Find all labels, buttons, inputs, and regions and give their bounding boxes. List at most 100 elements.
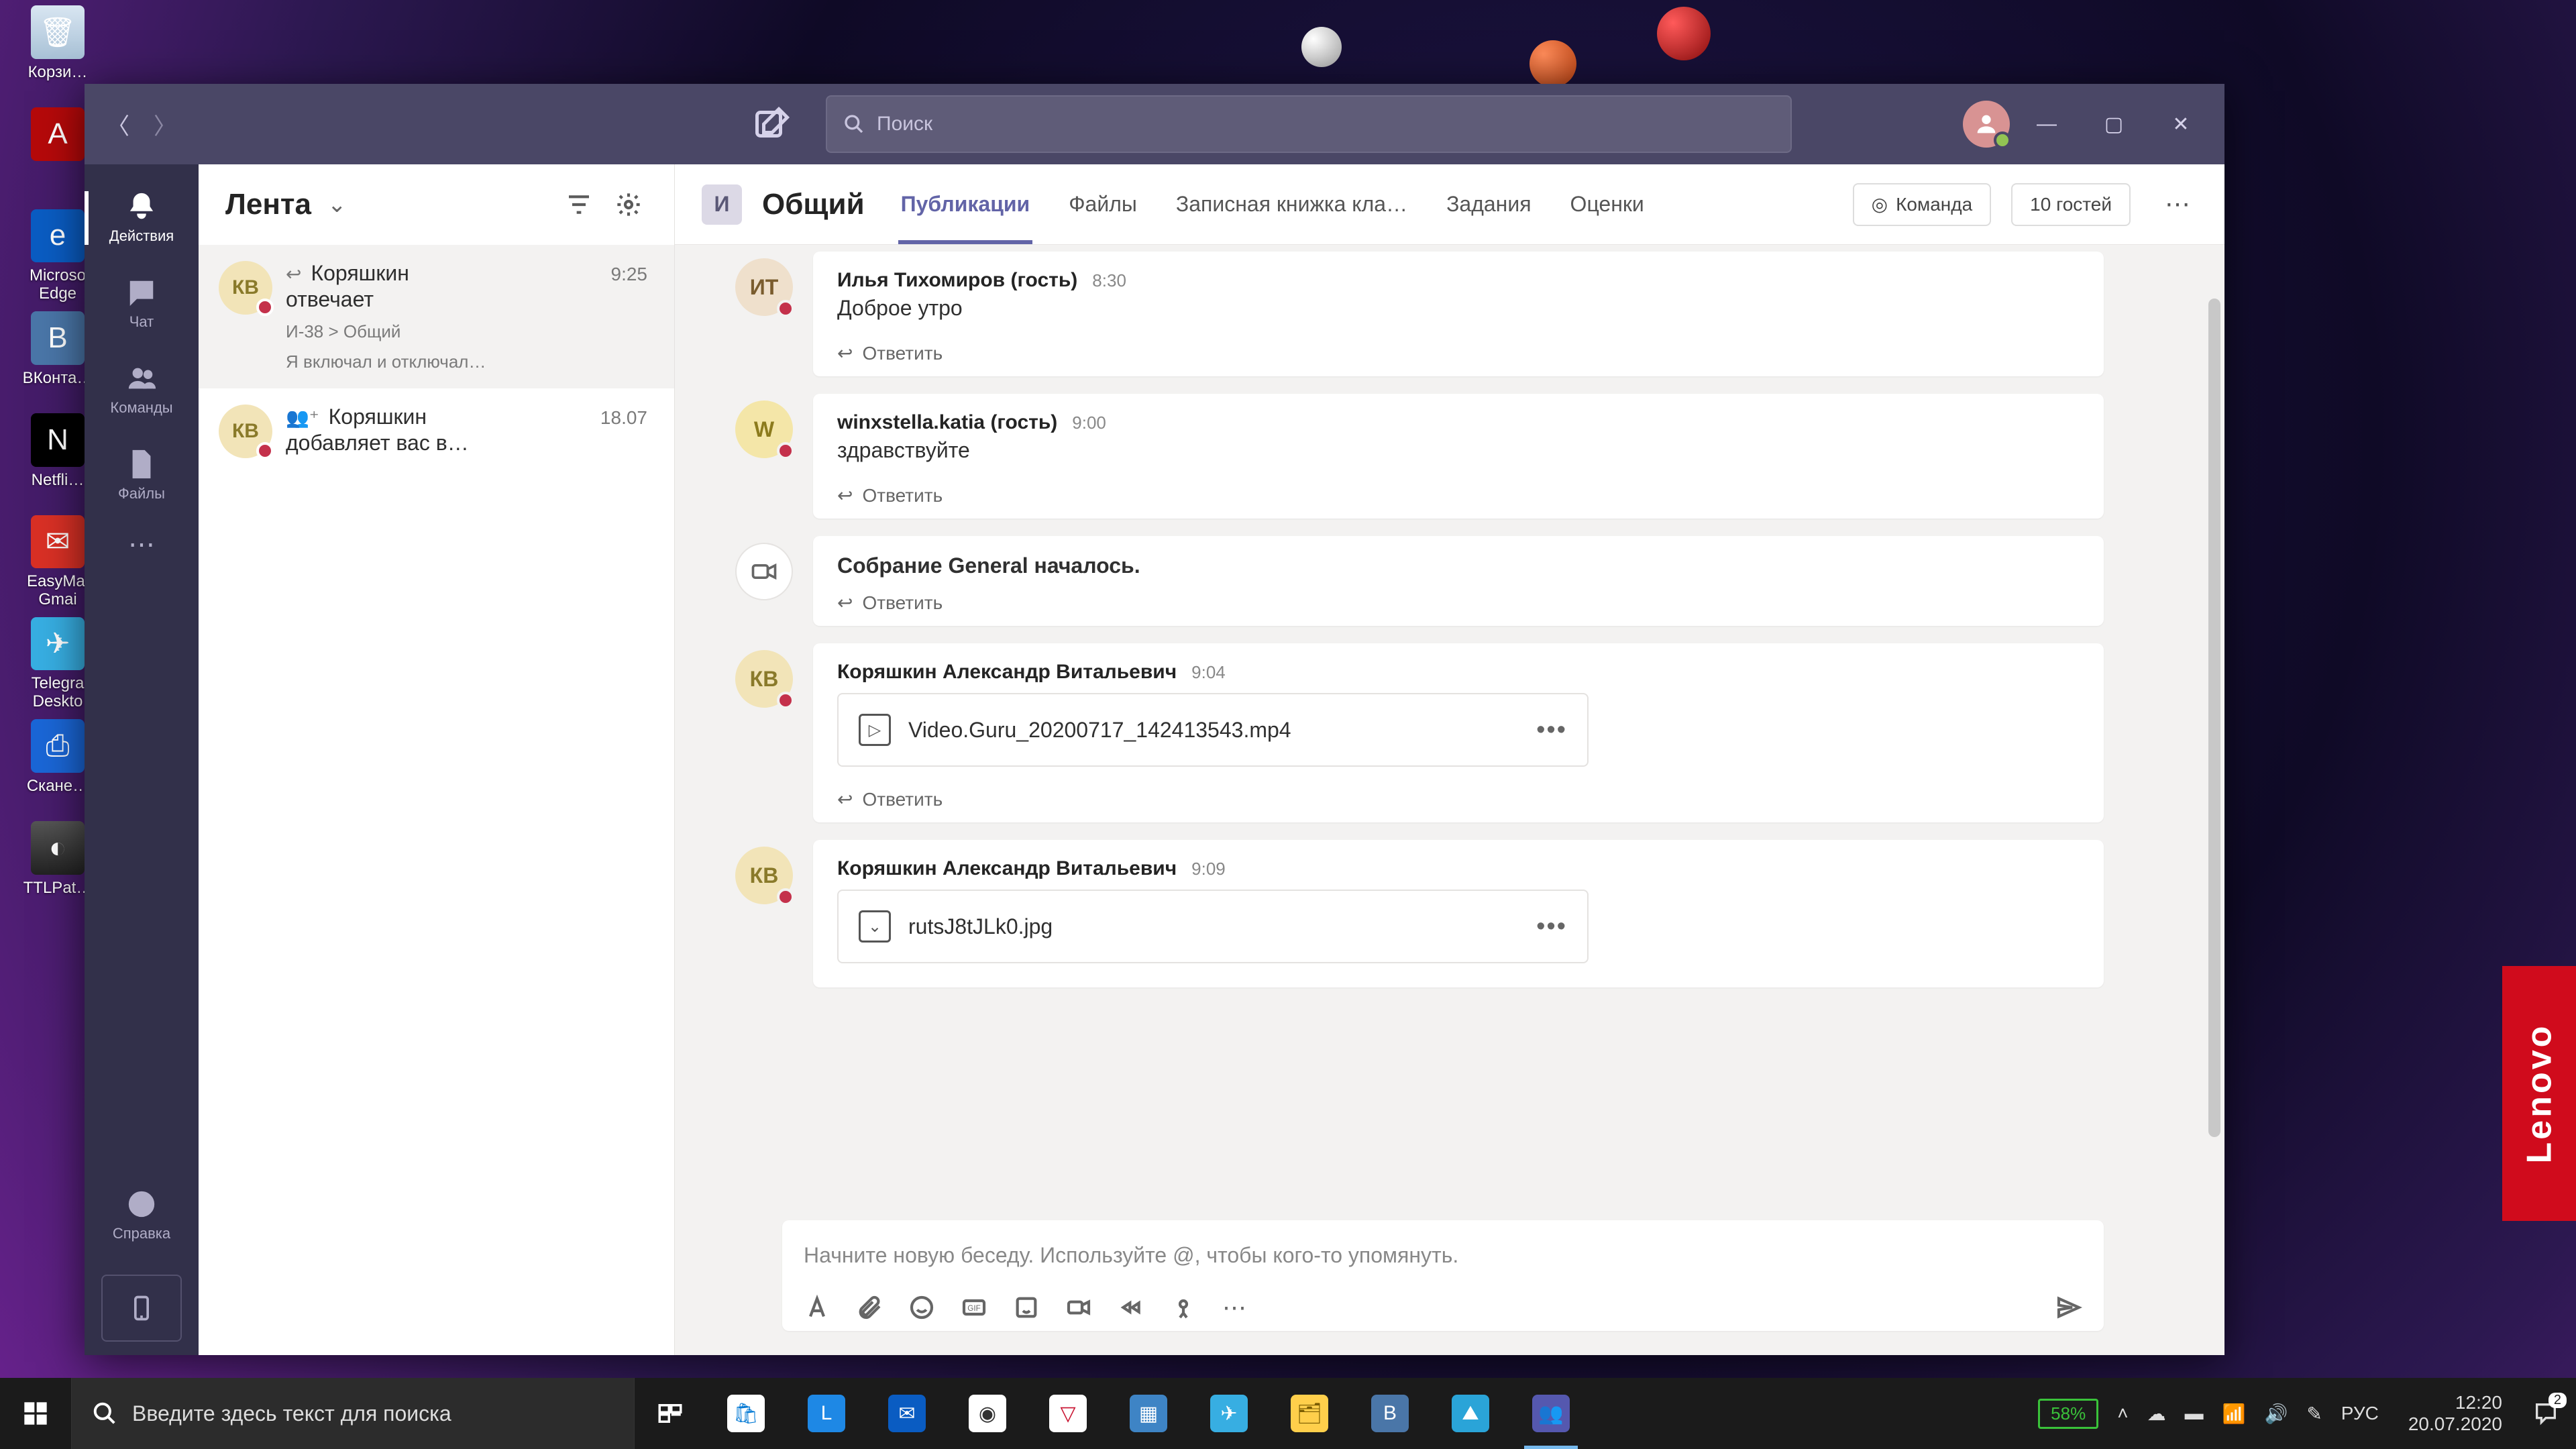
sticker-icon[interactable] [1013, 1294, 1040, 1321]
file-name: Video.Guru_20200717_142413543.mp4 [908, 718, 1519, 743]
post-text: Доброе утро [837, 296, 2080, 321]
post-time: 9:04 [1191, 662, 1226, 683]
send-button[interactable] [2055, 1294, 2082, 1321]
tray-chevron-icon[interactable]: ˄ [2117, 1403, 2128, 1424]
rail-more[interactable]: ⋯ [85, 521, 199, 568]
rail-chat[interactable]: Чат [85, 264, 199, 344]
task-view-icon[interactable] [635, 1378, 706, 1449]
presence-busy-icon [777, 442, 794, 460]
tb-app-vk[interactable]: В [1350, 1378, 1430, 1449]
scrollbar[interactable] [2208, 299, 2220, 1137]
channel-tab[interactable]: Оценки [1568, 164, 1647, 244]
feed-item-time: 18.07 [600, 407, 647, 429]
lenovo-badge: Lenovo [2502, 966, 2576, 1221]
tb-app-mail[interactable]: ✉ [867, 1378, 947, 1449]
format-icon[interactable] [804, 1294, 830, 1321]
tb-app-teams[interactable]: 👥 [1511, 1378, 1591, 1449]
settings-icon[interactable] [610, 186, 647, 223]
avatar: КВ [219, 261, 272, 315]
tb-app-calc[interactable]: ▦ [1108, 1378, 1189, 1449]
filter-icon[interactable] [560, 186, 598, 223]
tb-app-store[interactable]: 🛍 [706, 1378, 786, 1449]
app-tile-icon: N [31, 413, 85, 467]
channel-tab[interactable]: Публикации [898, 164, 1033, 244]
file-more-icon[interactable]: ••• [1536, 912, 1567, 941]
file-attachment[interactable]: ⌄ rutsJ8tJLk0.jpg ••• [837, 890, 1589, 963]
wallpaper-orb [1657, 7, 1711, 60]
reply-button[interactable]: ↩Ответить [837, 582, 2080, 614]
app-tile-icon: A [31, 107, 85, 161]
tray-onedrive-icon[interactable]: ☁ [2147, 1403, 2166, 1425]
tb-app-photos[interactable]: ⛰ [1430, 1378, 1511, 1449]
taskbar-search-input[interactable] [132, 1401, 614, 1426]
gif-icon[interactable]: GIF [961, 1294, 987, 1321]
rail-activity[interactable]: Действия [85, 178, 199, 258]
activity-type-icon: 👥⁺ [286, 407, 319, 429]
rail-help[interactable]: Справка [85, 1175, 199, 1256]
reply-button[interactable]: ↩Ответить [837, 475, 2080, 506]
feed-item-sub: И-38 > Общий [286, 321, 647, 342]
app-tile-icon: e [31, 209, 85, 262]
channel-tab[interactable]: Файлы [1066, 164, 1140, 244]
start-button[interactable] [0, 1378, 71, 1449]
file-more-icon[interactable]: ••• [1536, 716, 1567, 745]
feed-item[interactable]: КВ ↩Коряшкин9:25 отвечает И-38 > ОбщийЯ … [199, 245, 674, 388]
tb-app-telegram[interactable]: ✈ [1189, 1378, 1269, 1449]
praise-icon[interactable] [1170, 1294, 1197, 1321]
chevron-down-icon[interactable]: ⌄ [327, 191, 347, 218]
battery-indicator[interactable]: 58% [2038, 1399, 2098, 1429]
reply-button[interactable]: ↩Ответить [837, 333, 2080, 364]
file-attachment[interactable]: ▷ Video.Guru_20200717_142413543.mp4 ••• [837, 693, 1589, 767]
presence-busy-icon [777, 692, 794, 709]
taskbar-clock[interactable]: 12:20 20.07.2020 [2395, 1392, 2516, 1435]
feed-item[interactable]: КВ 👥⁺Коряшкин18.07 добавляет вас в… [199, 388, 674, 474]
desktop-icon-label: ВКонта… [23, 369, 93, 388]
channel-tab[interactable]: Записная книжка кла… [1173, 164, 1410, 244]
avatar: ИТ [735, 258, 793, 316]
channel-tab[interactable]: Задания [1444, 164, 1534, 244]
search-input[interactable] [877, 113, 1774, 136]
channel-more-icon[interactable]: ⋯ [2157, 189, 2198, 219]
rail-label: Справка [113, 1225, 170, 1242]
profile-avatar[interactable] [1963, 101, 2010, 148]
tray-pen-icon[interactable]: ✎ [2306, 1403, 2322, 1425]
compose-input[interactable] [804, 1236, 2082, 1283]
team-button[interactable]: ◎ Команда [1853, 183, 1992, 226]
search-box[interactable] [826, 95, 1792, 153]
rail-apps-icon[interactable] [101, 1275, 182, 1342]
reply-button[interactable]: ↩Ответить [837, 779, 2080, 810]
rail-teams[interactable]: Команды [85, 350, 199, 430]
tb-app-mcafee[interactable]: ▽ [1028, 1378, 1108, 1449]
tb-app-chrome[interactable]: ◉ [947, 1378, 1028, 1449]
tb-app-lenovo[interactable]: L [786, 1378, 867, 1449]
reply-icon: ↩ [837, 788, 853, 810]
nav-back[interactable]: 〈 [98, 104, 138, 144]
meet-now-icon[interactable] [1065, 1294, 1092, 1321]
compose-more-icon[interactable]: ⋯ [1222, 1293, 1249, 1322]
taskbar-apps: 🛍 L ✉ ◉ ▽ ▦ ✈ 🗂 В ⛰ 👥 [706, 1378, 1591, 1449]
team-badge[interactable]: И [702, 184, 742, 225]
attach-icon[interactable] [856, 1294, 883, 1321]
taskbar-search[interactable] [71, 1378, 635, 1449]
desktop-icon-label: Netfli… [32, 471, 85, 490]
action-center-icon[interactable]: 2 [2516, 1378, 2576, 1449]
emoji-icon[interactable] [908, 1294, 935, 1321]
window-minimize[interactable]: ― [2017, 84, 2077, 164]
posts-list: ИТИлья Тихомиров (гость)8:30 Доброе утро… [675, 245, 2224, 1203]
window-close[interactable]: ✕ [2151, 84, 2211, 164]
tray-volume-icon[interactable]: 🔊 [2264, 1403, 2288, 1425]
guests-button[interactable]: 10 гостей [2011, 183, 2131, 226]
presence-busy-icon [256, 442, 274, 460]
tray-wifi-icon[interactable]: 📶 [2222, 1403, 2246, 1425]
stream-icon[interactable] [1118, 1294, 1144, 1321]
team-icon: ◎ [1872, 193, 1888, 215]
tray-lang[interactable]: РУС [2341, 1403, 2379, 1424]
nav-forward[interactable]: 〉 [145, 104, 185, 144]
channel-header: И Общий ПубликацииФайлыЗаписная книжка к… [675, 164, 2224, 245]
rail-files[interactable]: Файлы [85, 435, 199, 516]
app-tile-icon: ⎙ [31, 719, 85, 773]
new-message-icon[interactable] [752, 104, 792, 144]
tb-app-explorer[interactable]: 🗂 [1269, 1378, 1350, 1449]
tray-power-icon[interactable]: ▬ [2185, 1403, 2204, 1424]
window-maximize[interactable]: ▢ [2084, 84, 2144, 164]
